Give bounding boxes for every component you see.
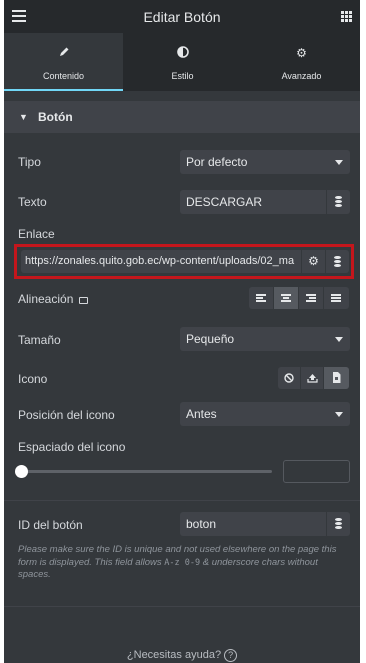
none-icon[interactable] [278, 367, 301, 389]
espaciado-slider-handle[interactable] [15, 465, 28, 478]
tipo-value: Por defecto [186, 155, 248, 169]
section-toggle-boton[interactable]: ▼ Botón [4, 101, 360, 133]
align-justify-button[interactable] [324, 287, 349, 309]
footer-divider [4, 606, 360, 607]
contrast-icon [123, 46, 242, 61]
espaciado-label: Espaciado del icono [18, 440, 126, 454]
section-divider [4, 500, 360, 501]
enlace-dynamic-tags-button[interactable] [325, 250, 349, 273]
id-help-text: Please make sure the ID is unique and no… [18, 544, 337, 580]
tipo-select[interactable]: Por defecto [180, 150, 350, 174]
database-icon [335, 196, 342, 207]
help-link[interactable]: ¿Necesitas ayuda?? [4, 649, 360, 662]
link-options-gear-icon[interactable]: ⚙ [301, 250, 325, 273]
chevron-down-icon [335, 412, 343, 417]
tamano-label: Tamaño [18, 333, 61, 347]
database-icon [334, 256, 341, 267]
section-title: Botón [38, 110, 73, 124]
tab-contenido[interactable]: Contenido [4, 33, 123, 91]
icono-label: Icono [18, 372, 48, 386]
panel-header: Editar Botón [4, 0, 360, 33]
posicion-value: Antes [186, 407, 217, 421]
editor-panel: Editar Botón Contenido Estilo ⚙ Avanzado… [4, 0, 360, 663]
panel-tabs: Contenido Estilo ⚙ Avanzado [4, 33, 360, 91]
chevron-down-icon [335, 337, 343, 342]
align-center-button[interactable] [274, 287, 299, 309]
align-right-button[interactable] [299, 287, 324, 309]
gear-icon: ⚙ [296, 46, 307, 60]
question-icon: ? [224, 649, 238, 662]
texto-label: Texto [18, 195, 47, 209]
id-boton-input[interactable]: boton [180, 512, 326, 536]
alineacion-control [249, 287, 349, 309]
icon-library-icon[interactable] [324, 367, 349, 389]
database-icon [335, 518, 342, 529]
espaciado-slider-track[interactable] [18, 470, 272, 473]
espaciado-number-input[interactable] [283, 460, 350, 483]
widgets-grid-icon[interactable] [341, 11, 352, 22]
tab-avanzado[interactable]: ⚙ Avanzado [242, 33, 360, 91]
help-label: ¿Necesitas ayuda? [126, 649, 222, 661]
enlace-input[interactable]: https://zonales.quito.gob.ec/wp-content/… [21, 250, 301, 273]
tipo-label: Tipo [18, 155, 41, 169]
id-dynamic-tags-button[interactable] [326, 512, 350, 536]
posicion-select[interactable]: Antes [180, 402, 350, 426]
upload-icon[interactable] [301, 367, 324, 389]
tab-estilo[interactable]: Estilo [123, 33, 242, 91]
alineacion-label: Alineación [18, 292, 89, 306]
desktop-icon[interactable] [79, 297, 89, 304]
pencil-icon [4, 46, 123, 61]
chevron-down-icon [335, 160, 343, 165]
align-left-button[interactable] [249, 287, 274, 309]
texto-input[interactable]: DESCARGAR [180, 190, 326, 214]
active-tab-indicator [4, 89, 123, 91]
tab-label: Estilo [171, 71, 194, 81]
tamano-value: Pequeño [186, 332, 235, 346]
tab-label: Avanzado [281, 71, 322, 81]
panel-title: Editar Botón [143, 9, 221, 25]
posicion-label: Posición del icono [18, 408, 115, 422]
icono-control [278, 367, 349, 389]
tab-label: Contenido [42, 71, 85, 81]
id-boton-label: ID del botón [18, 518, 83, 532]
alineacion-text: Alineación [18, 292, 74, 306]
caret-down-icon: ▼ [19, 112, 28, 122]
enlace-label: Enlace [18, 227, 55, 241]
texto-dynamic-tags-button[interactable] [326, 190, 350, 214]
allowed-chars-code: A-z 0-9 [164, 557, 201, 568]
tamano-select[interactable]: Pequeño [180, 327, 350, 351]
